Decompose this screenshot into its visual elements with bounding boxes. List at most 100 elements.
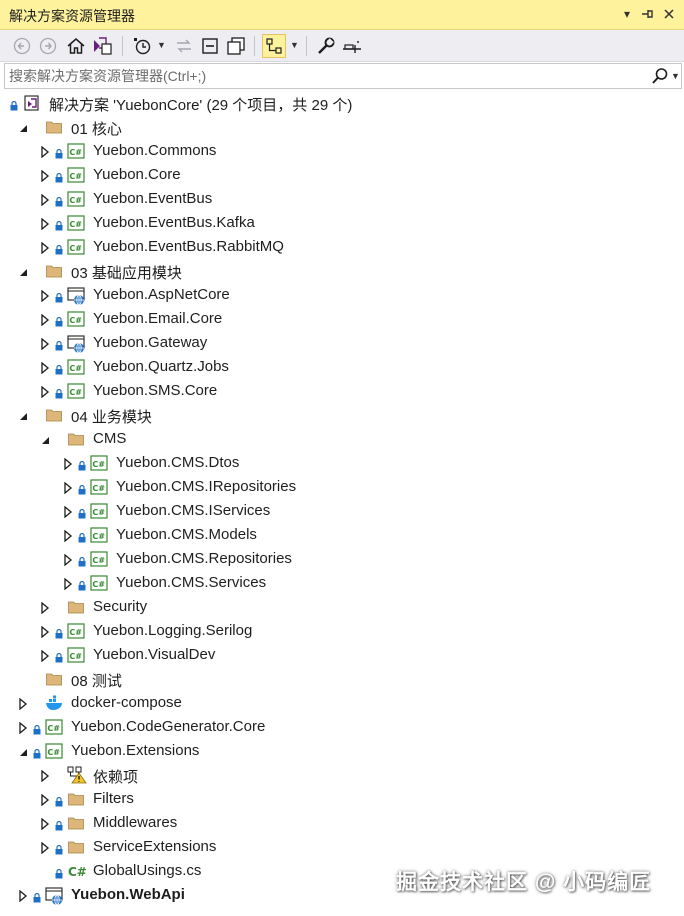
expand-arrow-icon[interactable]: [63, 529, 73, 543]
expand-arrow-icon[interactable]: [40, 769, 50, 783]
expand-arrow-icon[interactable]: [40, 145, 50, 159]
tree-node[interactable]: C# Yuebon.EventBus.Kafka: [0, 211, 684, 235]
lock-icon: [55, 818, 63, 831]
expand-arrow-icon[interactable]: [40, 361, 50, 375]
expand-arrow-icon[interactable]: [18, 721, 28, 735]
tree-node[interactable]: ServiceExtensions: [0, 835, 684, 859]
tree-node-label: 04 业务模块: [71, 409, 152, 426]
pending-changes-filter-icon[interactable]: [130, 34, 154, 58]
tree-node-label: Yuebon.EventBus: [93, 190, 213, 207]
expand-arrow-icon[interactable]: [40, 337, 50, 351]
pin-icon[interactable]: [638, 4, 656, 24]
expand-arrow-icon[interactable]: [40, 385, 50, 399]
tree-node[interactable]: C# Yuebon.CMS.IRepositories: [0, 475, 684, 499]
tree-node-label: Yuebon.SMS.Core: [93, 382, 218, 399]
collapse-arrow-icon[interactable]: [18, 409, 28, 421]
svg-text:C#: C#: [92, 460, 105, 469]
preview-icon[interactable]: [340, 34, 364, 58]
tree-node-solution[interactable]: 解决方案 'YuebonCore' (29 个项目，共 29 个): [0, 91, 684, 115]
tree-node[interactable]: C# Yuebon.Commons: [0, 139, 684, 163]
svg-text:C#: C#: [92, 580, 105, 589]
forward-icon[interactable]: [36, 34, 60, 58]
tree-node[interactable]: C# Yuebon.Core: [0, 163, 684, 187]
tree-node[interactable]: C# Yuebon.CMS.IServices: [0, 499, 684, 523]
tree-node[interactable]: C# Yuebon.Logging.Serilog: [0, 619, 684, 643]
tree-node[interactable]: C# Yuebon.Email.Core: [0, 307, 684, 331]
expand-arrow-icon[interactable]: [40, 601, 50, 615]
window-title: 解决方案资源管理器: [9, 8, 135, 24]
tree-node[interactable]: C# Yuebon.VisualDev: [0, 643, 684, 667]
expand-arrow-icon[interactable]: [63, 457, 73, 471]
tree-node[interactable]: C# Yuebon.CMS.Repositories: [0, 547, 684, 571]
folder-icon: [45, 262, 63, 280]
tree-node[interactable]: 依赖项: [0, 763, 684, 787]
svg-text:C#: C#: [92, 532, 105, 541]
tree-node[interactable]: C# Yuebon.EventBus: [0, 187, 684, 211]
csharp-project-icon: C#: [90, 502, 108, 520]
svg-text:C#: C#: [69, 148, 82, 157]
tree-node[interactable]: Yuebon.Gateway: [0, 331, 684, 355]
tree-node[interactable]: 03 基础应用模块: [0, 259, 684, 283]
expand-arrow-icon[interactable]: [18, 889, 28, 903]
properties-icon[interactable]: [314, 34, 338, 58]
tree-node[interactable]: Middlewares: [0, 811, 684, 835]
expand-arrow-icon[interactable]: [18, 697, 28, 711]
lock-icon: [33, 890, 41, 903]
tree-node[interactable]: CMS: [0, 427, 684, 451]
expand-arrow-icon[interactable]: [63, 505, 73, 519]
collapse-arrow-icon[interactable]: [18, 745, 28, 757]
tree-node[interactable]: C# Yuebon.CMS.Models: [0, 523, 684, 547]
tree-node[interactable]: C# Yuebon.Extensions: [0, 739, 684, 763]
expand-arrow-icon[interactable]: [40, 169, 50, 183]
collapse-all-icon[interactable]: [198, 34, 222, 58]
back-icon[interactable]: [10, 34, 34, 58]
search-icon[interactable]: [651, 67, 669, 85]
sync-icon[interactable]: [172, 34, 196, 58]
expand-arrow-icon[interactable]: [40, 625, 50, 639]
expand-arrow-icon[interactable]: [40, 313, 50, 327]
tree-node[interactable]: C# Yuebon.EventBus.RabbitMQ: [0, 235, 684, 259]
collapse-arrow-icon[interactable]: [40, 433, 50, 445]
tree-node[interactable]: Filters: [0, 787, 684, 811]
show-view-icon[interactable]: [262, 34, 286, 58]
tree-node[interactable]: 08 测试: [0, 667, 684, 691]
expand-arrow-icon[interactable]: [40, 817, 50, 831]
tree-node[interactable]: docker-compose: [0, 691, 684, 715]
search-input[interactable]: [9, 67, 639, 85]
tree-node[interactable]: C# Yuebon.SMS.Core: [0, 379, 684, 403]
tree-node[interactable]: 01 核心: [0, 115, 684, 139]
lock-icon: [55, 194, 63, 207]
expand-arrow-icon[interactable]: [63, 553, 73, 567]
expand-arrow-icon[interactable]: [40, 793, 50, 807]
csharp-project-icon: C#: [67, 214, 85, 232]
tree-node[interactable]: Security: [0, 595, 684, 619]
collapse-arrow-icon[interactable]: [18, 121, 28, 133]
collapse-arrow-icon[interactable]: [18, 265, 28, 277]
expand-arrow-icon[interactable]: [63, 481, 73, 495]
expand-arrow-icon[interactable]: [63, 577, 73, 591]
home-icon[interactable]: [64, 34, 88, 58]
switch-views-icon[interactable]: [90, 34, 114, 58]
expand-arrow-icon[interactable]: [40, 241, 50, 255]
expand-arrow-icon[interactable]: [40, 289, 50, 303]
expand-arrow-icon[interactable]: [40, 217, 50, 231]
tree-node[interactable]: C# Yuebon.Quartz.Jobs: [0, 355, 684, 379]
tree-node[interactable]: 04 业务模块: [0, 403, 684, 427]
web-project-icon: [67, 286, 85, 306]
tree-node[interactable]: C# Yuebon.CMS.Services: [0, 571, 684, 595]
tree-node[interactable]: C# Yuebon.CMS.Dtos: [0, 451, 684, 475]
toolbar: ▼ ▼: [0, 30, 684, 62]
tree-node[interactable]: C# Yuebon.CodeGenerator.Core: [0, 715, 684, 739]
lock-icon: [78, 506, 86, 519]
filter-dropdown-icon[interactable]: ▼: [157, 40, 166, 50]
expand-arrow-icon[interactable]: [40, 649, 50, 663]
close-icon[interactable]: [660, 4, 678, 24]
window-menu-icon[interactable]: ▾: [618, 4, 636, 24]
tree-node-label: Yuebon.AspNetCore: [93, 286, 230, 303]
tree-node[interactable]: Yuebon.AspNetCore: [0, 283, 684, 307]
show-all-files-icon[interactable]: [224, 34, 248, 58]
expand-arrow-icon[interactable]: [40, 841, 50, 855]
view-dropdown-icon[interactable]: ▼: [290, 40, 299, 50]
expand-arrow-icon[interactable]: [40, 193, 50, 207]
search-options-dropdown-icon[interactable]: ▼: [671, 66, 680, 86]
